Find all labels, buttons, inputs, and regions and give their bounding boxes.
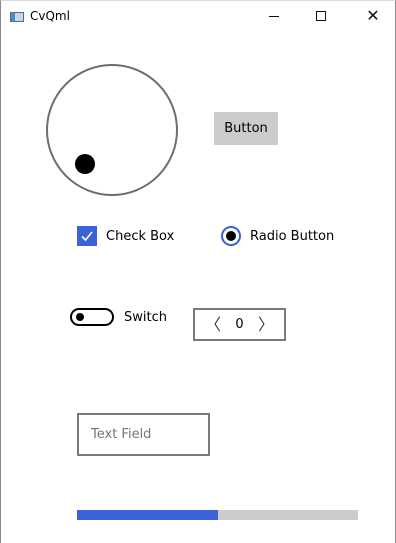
dial[interactable] xyxy=(46,64,178,196)
checkbox-label: Check Box xyxy=(106,228,175,244)
check-box[interactable]: Check Box xyxy=(77,226,174,246)
progress-bar xyxy=(77,510,358,520)
spin-box[interactable]: 〈 0 〉 xyxy=(193,308,286,341)
spin-box-value[interactable]: 0 xyxy=(235,317,243,332)
maximize-button[interactable] xyxy=(298,1,344,31)
app-window: CvQml ✕ Button Check Box Radio Button Sw… xyxy=(0,0,396,543)
maximize-icon xyxy=(316,11,326,21)
increment-icon[interactable]: 〉 xyxy=(258,316,274,333)
text-field[interactable] xyxy=(77,413,210,456)
dial-handle[interactable] xyxy=(75,154,95,174)
progress-fill xyxy=(77,510,218,520)
radio-label: Radio Button xyxy=(250,228,335,244)
close-icon: ✕ xyxy=(366,6,380,25)
radio-indicator[interactable] xyxy=(221,226,241,246)
switch-track[interactable] xyxy=(70,308,114,326)
checkmark-icon xyxy=(81,231,93,242)
checkbox-indicator[interactable] xyxy=(77,226,97,246)
switch[interactable]: Switch xyxy=(70,308,167,326)
close-button[interactable]: ✕ xyxy=(350,1,396,31)
app-icon xyxy=(10,12,24,22)
decrement-icon[interactable]: 〈 xyxy=(205,316,221,333)
radio-dot-icon xyxy=(226,231,236,241)
switch-knob xyxy=(76,313,84,321)
push-button[interactable]: Button xyxy=(214,112,278,145)
minimize-button[interactable] xyxy=(251,1,297,31)
minimize-icon xyxy=(269,15,279,17)
radio-button[interactable]: Radio Button xyxy=(221,226,334,246)
title-bar[interactable]: CvQml ✕ xyxy=(1,1,395,31)
switch-label: Switch xyxy=(124,309,167,325)
window-title: CvQml xyxy=(30,9,70,23)
